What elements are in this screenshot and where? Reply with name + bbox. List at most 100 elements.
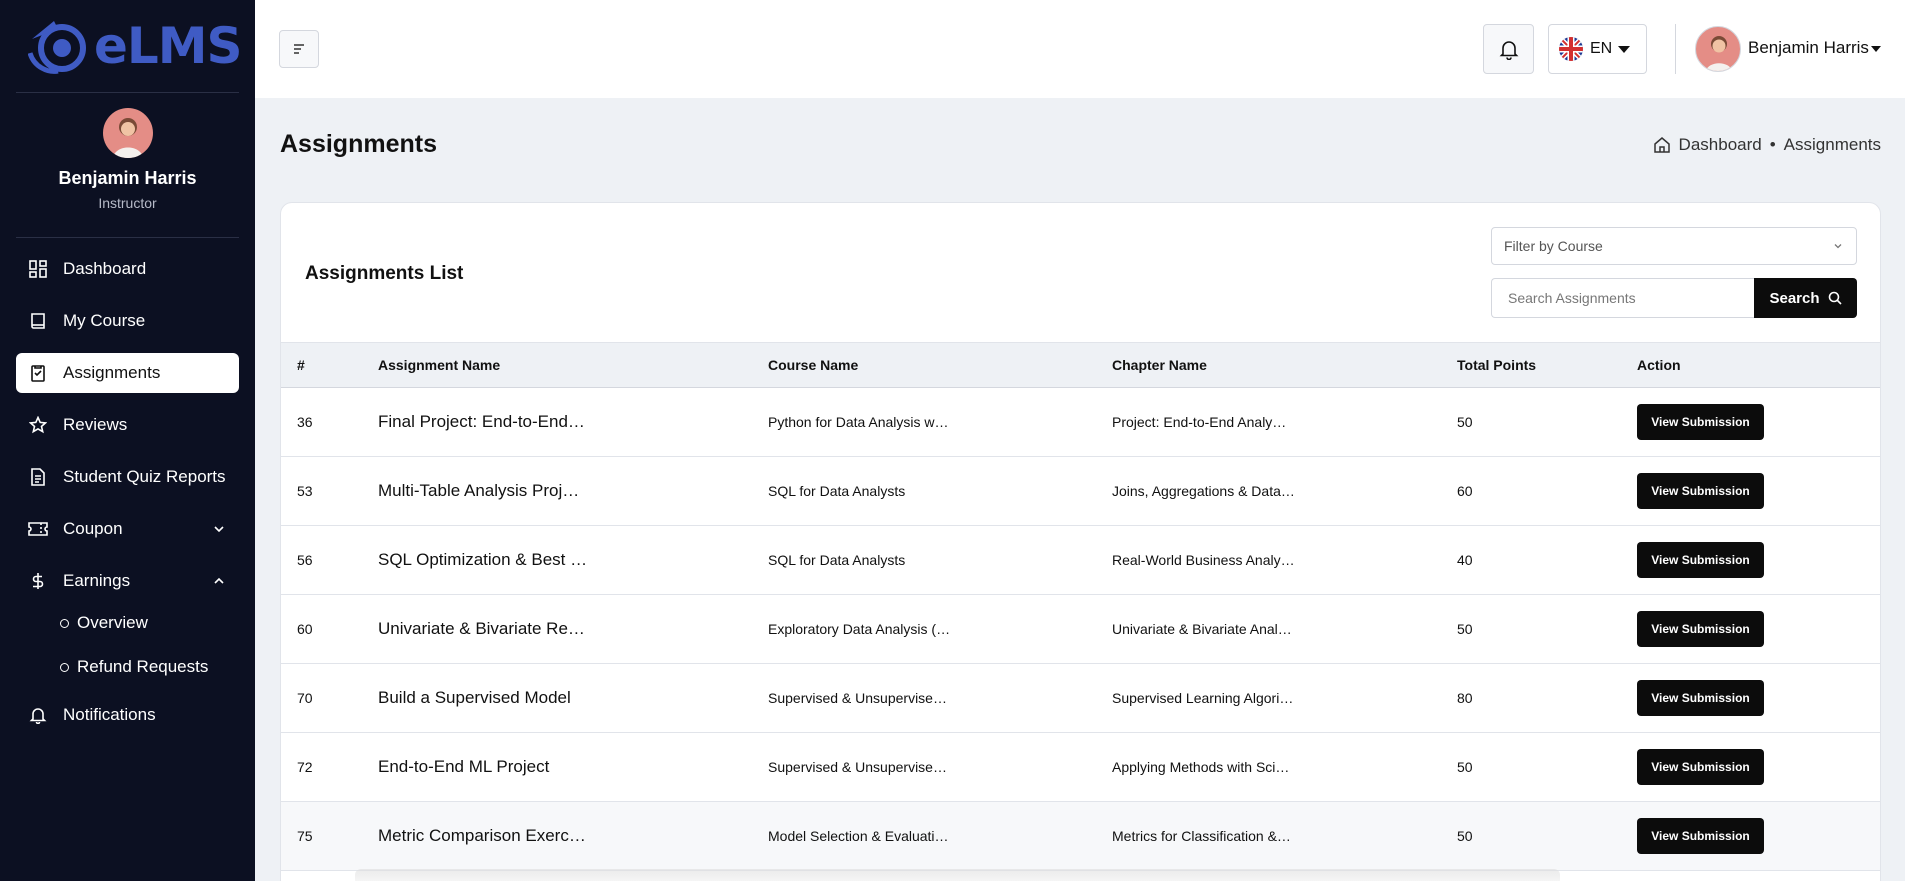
chevron-down-icon <box>214 526 224 533</box>
sidebar-subitem-label: Overview <box>77 613 148 632</box>
sidebar-nav: Dashboard My Course Assignments Reviews … <box>16 249 239 747</box>
cell-action: View Submission <box>1637 732 1880 802</box>
sidebar-item-reviews[interactable]: Reviews <box>16 405 239 445</box>
cell-total-points: 80 <box>1457 663 1637 733</box>
logo-icon <box>28 21 86 74</box>
breadcrumb: Dashboard • Assignments <box>1653 135 1881 155</box>
assignments-table: # Assignment Name Course Name Chapter Na… <box>281 342 1880 871</box>
sidebar-divider <box>16 92 239 93</box>
language-select[interactable]: EN <box>1548 24 1647 74</box>
cell-total-points: 40 <box>1457 525 1637 595</box>
search-button[interactable]: Search <box>1754 278 1857 318</box>
cell-total-points: 50 <box>1457 594 1637 664</box>
table-row: 60 Univariate & Bivariate Re… Explorator… <box>281 594 1880 664</box>
sidebar-item-coupon[interactable]: Coupon <box>16 509 239 549</box>
column-header-course-name: Course Name <box>768 342 1112 388</box>
chevron-down-icon <box>1834 244 1842 249</box>
view-submission-button[interactable]: View Submission <box>1637 473 1764 509</box>
filter-by-course-select[interactable]: Filter by Course <box>1491 227 1857 265</box>
sidebar-item-student-quiz-reports[interactable]: Student Quiz Reports <box>16 457 239 497</box>
search-icon <box>1828 291 1842 305</box>
home-icon <box>1653 137 1670 153</box>
menu-toggle-button[interactable] <box>279 30 319 68</box>
top-header: EN Benjamin Harris <box>255 0 1905 98</box>
sidebar-item-my-course[interactable]: My Course <box>16 301 239 341</box>
assignments-card: Assignments List Filter by Course Search… <box>280 202 1881 881</box>
caret-down-icon[interactable] <box>1871 46 1881 52</box>
table-row: 36 Final Project: End-to-End… Python for… <box>281 387 1880 457</box>
sidebar-user-name: Benjamin Harris <box>58 168 197 188</box>
cell-action: View Submission <box>1637 801 1880 871</box>
view-submission-button[interactable]: View Submission <box>1637 611 1764 647</box>
header-user-name[interactable]: Benjamin Harris <box>1748 38 1869 58</box>
view-submission-button[interactable]: View Submission <box>1637 542 1764 578</box>
cell-assignment-name: End-to-End ML Project <box>378 732 768 802</box>
cell-course-name: SQL for Data Analysts <box>768 456 1112 526</box>
card-title: Assignments List <box>305 263 464 284</box>
cell-total-points: 50 <box>1457 732 1637 802</box>
bell-icon <box>28 705 48 725</box>
column-header-total-points: Total Points <box>1457 342 1637 388</box>
menu-icon <box>294 44 304 54</box>
horizontal-scrollbar[interactable] <box>355 869 1560 881</box>
cell-assignment-name: Multi-Table Analysis Proj… <box>378 456 768 526</box>
cell-id: 72 <box>281 732 378 802</box>
report-icon <box>28 467 48 487</box>
cell-chapter-name: Applying Methods with Sci… <box>1112 732 1457 802</box>
circle-icon <box>60 618 69 628</box>
cell-assignment-name: SQL Optimization & Best … <box>378 525 768 595</box>
cell-course-name: SQL for Data Analysts <box>768 525 1112 595</box>
sidebar-item-dashboard[interactable]: Dashboard <box>16 249 239 289</box>
sidebar-avatar <box>103 108 153 158</box>
sidebar-subitem-overview[interactable]: Overview <box>16 605 239 641</box>
header-avatar[interactable] <box>1695 26 1741 72</box>
sidebar-subitem-label: Refund Requests <box>77 657 209 676</box>
cell-total-points: 60 <box>1457 456 1637 526</box>
cell-assignment-name: Univariate & Bivariate Re… <box>378 594 768 664</box>
notifications-button[interactable] <box>1483 24 1534 74</box>
sidebar-item-label: Notifications <box>63 705 156 724</box>
sidebar-user-role: Instructor <box>98 195 157 211</box>
sidebar-item-label: Coupon <box>63 519 123 538</box>
sidebar-item-label: Dashboard <box>63 259 147 278</box>
cell-chapter-name: Project: End-to-End Analy… <box>1112 387 1457 457</box>
cell-action: View Submission <box>1637 456 1880 526</box>
circle-icon <box>60 662 69 672</box>
cell-chapter-name: Supervised Learning Algori… <box>1112 663 1457 733</box>
sidebar-item-label: Earnings <box>63 571 131 590</box>
uk-flag-icon <box>1559 37 1583 61</box>
sidebar-item-earnings[interactable]: Earnings <box>16 561 239 601</box>
cell-action: View Submission <box>1637 525 1880 595</box>
search-input[interactable] <box>1491 278 1754 318</box>
sidebar-item-label: Assignments <box>63 363 161 382</box>
view-submission-button[interactable]: View Submission <box>1637 818 1764 854</box>
view-submission-button[interactable]: View Submission <box>1637 404 1764 440</box>
cell-chapter-name: Joins, Aggregations & Data… <box>1112 456 1457 526</box>
logo[interactable]: eLMS <box>28 16 243 76</box>
star-icon <box>28 415 48 435</box>
sidebar-divider <box>16 237 239 238</box>
dollar-icon <box>28 571 48 591</box>
chevron-up-icon <box>214 577 224 584</box>
table-row: 53 Multi-Table Analysis Proj… SQL for Da… <box>281 456 1880 526</box>
caret-down-icon <box>1618 45 1631 53</box>
sidebar: eLMS Benjamin Harris Instructor Dashboar… <box>0 0 255 881</box>
cell-course-name: Model Selection & Evaluati… <box>768 801 1112 871</box>
sidebar-item-assignments[interactable]: Assignments <box>16 353 239 393</box>
filter-placeholder: Filter by Course <box>1504 238 1603 254</box>
view-submission-button[interactable]: View Submission <box>1637 680 1764 716</box>
header-divider <box>1675 24 1676 74</box>
view-submission-button[interactable]: View Submission <box>1637 749 1764 785</box>
cell-course-name: Supervised & Unsupervise… <box>768 732 1112 802</box>
breadcrumb-dashboard-link[interactable]: Dashboard <box>1679 135 1762 155</box>
page-title: Assignments <box>280 130 437 158</box>
bell-icon <box>1499 41 1518 60</box>
sidebar-subitem-refund-requests[interactable]: Refund Requests <box>16 649 239 685</box>
sidebar-item-notifications[interactable]: Notifications <box>16 695 239 735</box>
column-header-chapter-name: Chapter Name <box>1112 342 1457 388</box>
cell-action: View Submission <box>1637 663 1880 733</box>
cell-course-name: Python for Data Analysis w… <box>768 387 1112 457</box>
cell-id: 70 <box>281 663 378 733</box>
cell-assignment-name: Build a Supervised Model <box>378 663 768 733</box>
column-header-action: Action <box>1637 342 1880 388</box>
